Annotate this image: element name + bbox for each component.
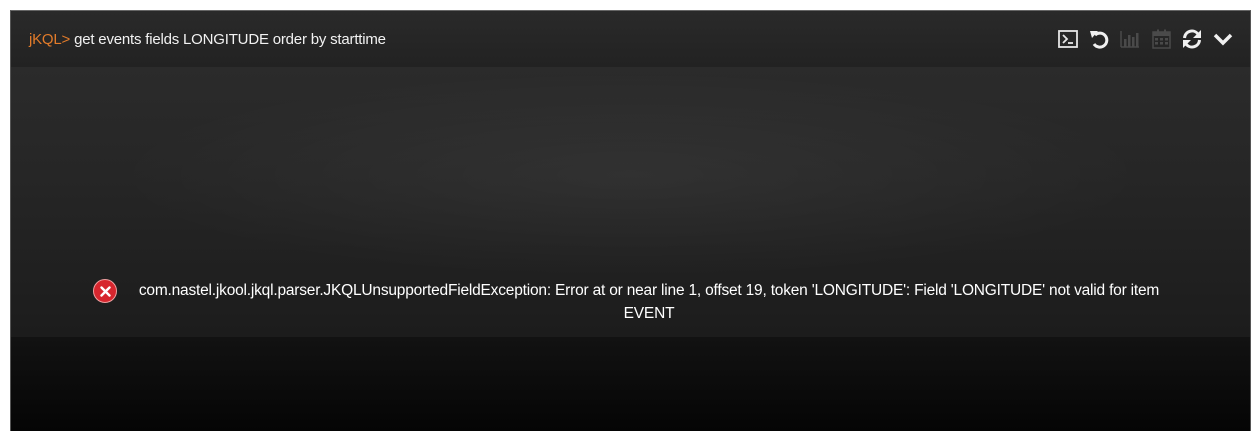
query-panel: jKQL> get events fields LONGITUDE order … bbox=[10, 10, 1251, 431]
query-line[interactable]: jKQL> get events fields LONGITUDE order … bbox=[29, 31, 386, 48]
chevron-down-icon[interactable] bbox=[1212, 28, 1234, 50]
query-text[interactable]: get events fields LONGITUDE order by sta… bbox=[74, 31, 386, 48]
query-prompt: jKQL> bbox=[29, 30, 71, 48]
refresh-icon[interactable] bbox=[1181, 28, 1203, 50]
console-icon[interactable] bbox=[1057, 28, 1079, 50]
result-footer-area bbox=[11, 337, 1250, 431]
calendar-icon bbox=[1150, 28, 1172, 50]
error-message: com.nastel.jkool.jkql.parser.JKQLUnsuppo… bbox=[93, 279, 1173, 325]
bar-chart-icon bbox=[1119, 28, 1141, 50]
error-icon bbox=[93, 279, 117, 303]
error-text: com.nastel.jkool.jkql.parser.JKQLUnsuppo… bbox=[138, 282, 1160, 322]
panel-toolbar bbox=[1057, 28, 1234, 50]
undo-icon[interactable] bbox=[1088, 28, 1110, 50]
query-header: jKQL> get events fields LONGITUDE order … bbox=[11, 11, 1250, 67]
